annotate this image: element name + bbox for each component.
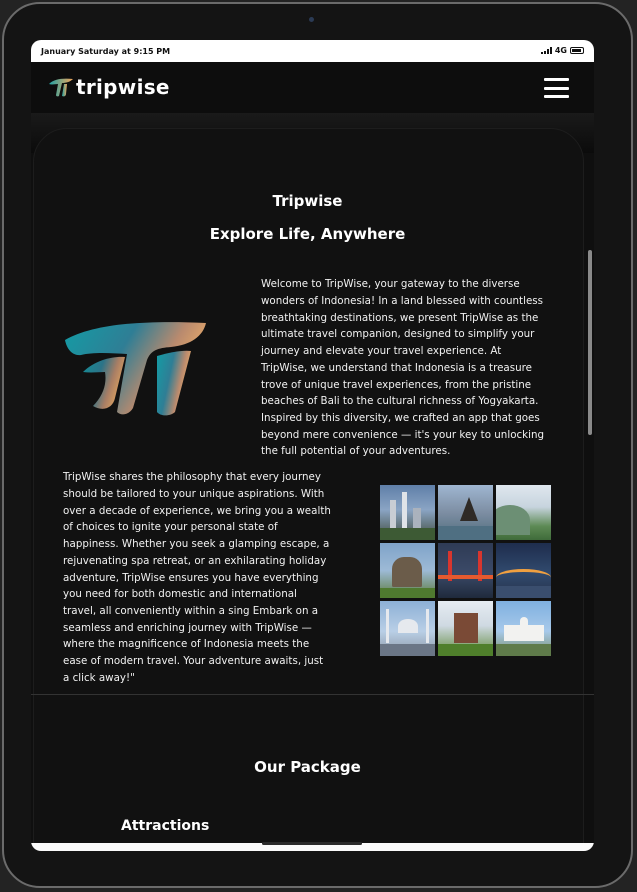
gallery-photo-temple-gate[interactable] <box>438 601 493 656</box>
battery-icon <box>570 47 584 54</box>
status-indicators: 4G <box>540 46 584 55</box>
attractions-heading: Attractions <box>121 818 210 834</box>
section-tagline: Explore Life, Anywhere <box>209 225 406 243</box>
signal-strength-icon <box>540 47 552 54</box>
tripwise-large-logo-icon <box>65 322 206 416</box>
brand-logo-link[interactable]: tripwise <box>48 75 170 99</box>
intro-paragraph: Welcome to TripWise, your gateway to the… <box>261 278 545 458</box>
hamburger-menu-icon[interactable] <box>544 78 569 98</box>
gallery-photo-palace[interactable] <box>496 601 551 656</box>
tablet-device-frame: January Saturday at 9:15 PM 4G tripwise … <box>0 0 637 892</box>
status-time: January Saturday at 9:15 PM <box>41 47 171 56</box>
philosophy-paragraph: TripWise shares the philosophy that ever… <box>63 471 331 684</box>
destination-photo-gallery <box>380 485 552 657</box>
section-divider <box>31 694 594 695</box>
front-camera <box>309 17 314 22</box>
page-scrollbar-thumb[interactable] <box>588 250 592 435</box>
gallery-photo-night-bridge[interactable] <box>496 543 551 598</box>
status-bar: January Saturday at 9:15 PM 4G <box>31 40 594 62</box>
network-type: 4G <box>554 46 567 55</box>
gallery-photo-red-bridge[interactable] <box>438 543 493 598</box>
device-screen: January Saturday at 9:15 PM 4G tripwise … <box>31 40 594 851</box>
package-section-title: Our Package <box>254 758 361 776</box>
gallery-photo-borobudur[interactable] <box>380 543 435 598</box>
tripwise-logo-icon <box>49 78 73 97</box>
gallery-photo-mosque[interactable] <box>380 601 435 656</box>
gallery-photo-green-mountains[interactable] <box>496 485 551 540</box>
home-indicator[interactable] <box>262 842 362 845</box>
brand-name: tripwise <box>76 75 170 99</box>
gallery-photo-lake-temple[interactable] <box>438 485 493 540</box>
gallery-photo-city-skyline[interactable] <box>380 485 435 540</box>
top-navigation-bar: tripwise <box>31 62 594 113</box>
section-brand-title: Tripwise <box>272 192 343 210</box>
